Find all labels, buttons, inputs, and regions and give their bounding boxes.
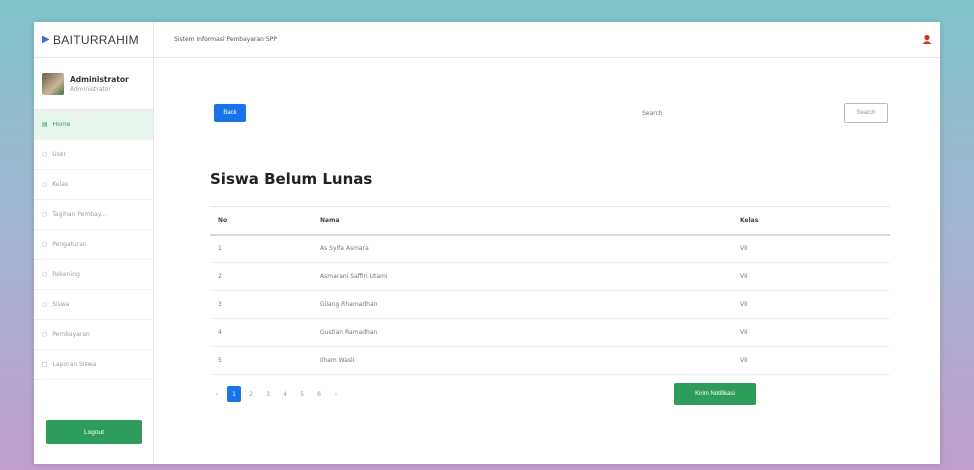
sidebar-item-label: Pengaturan [52, 241, 87, 248]
sidebar-item-laporan[interactable]: □ Laporan Siswa [34, 350, 153, 380]
page-link-6[interactable]: 6 [312, 386, 326, 402]
cell-nama: Gustian Ramadhan [320, 318, 740, 347]
cell-kelas: VII [740, 262, 890, 291]
cell-nama: As Syifa Asmara [320, 234, 740, 263]
sidebar-item-siswa[interactable]: ○ Siswa [34, 290, 153, 320]
cell-kelas: VII [740, 346, 890, 375]
sidebar-item-home[interactable]: ▤ Home [34, 110, 153, 140]
sidebar-item-pengaturan[interactable]: ○ Pengaturan [34, 230, 153, 260]
sidebar-item-label: Siswa [52, 301, 70, 308]
column-header-no[interactable]: No [210, 206, 320, 236]
cell-kelas: VII [740, 234, 890, 263]
page-link-1[interactable]: 1 [227, 386, 241, 402]
user-panel: Administrator Administrator [34, 58, 153, 110]
cell-kelas: VII [740, 290, 890, 319]
brand-name: BAITURRAHIM [53, 32, 139, 47]
sidebar-item-label: Pembayaran [52, 331, 90, 338]
cell-nama: Ilham Wasli [320, 346, 740, 375]
user-menu-icon[interactable] [922, 34, 932, 44]
sidebar-item-label: User [52, 151, 66, 158]
sidebar-item-user[interactable]: ○ User [34, 140, 153, 170]
payment-icon: ○ [42, 331, 48, 338]
search-button[interactable]: Search [844, 103, 888, 123]
table-row: 2 Asmarani Saffiri Utami VII [210, 262, 890, 291]
sidebar-item-label: Rekening [52, 271, 80, 278]
app-title: Sistem Informasi Pembayaran SPP [174, 36, 277, 43]
sidebar-item-rekening[interactable]: ○ Rekening [34, 260, 153, 290]
brand-logo[interactable]: ▶ BAITURRAHIM [34, 22, 153, 58]
page-next-button[interactable]: › [329, 386, 343, 402]
cell-kelas: VII [740, 318, 890, 347]
settings-icon: ○ [42, 241, 48, 248]
send-notification-button[interactable]: Kirim Notifikasi [674, 383, 756, 405]
column-header-kelas[interactable]: Kelas [740, 206, 890, 236]
page-link-4[interactable]: 4 [278, 386, 292, 402]
cell-no: 4 [210, 318, 320, 347]
cell-no: 3 [210, 290, 320, 319]
home-icon: ▤ [42, 121, 48, 128]
avatar [42, 72, 64, 95]
pagination: ‹ 1 2 3 4 5 6 › [210, 386, 346, 402]
page-link-3[interactable]: 3 [261, 386, 275, 402]
sidebar-item-label: Home [52, 121, 71, 128]
sidebar-item-label: Kelas [52, 181, 69, 188]
play-icon: ▶ [42, 34, 50, 45]
sidebar-item-tagihan[interactable]: ○ Tagihan Pembay... [34, 200, 153, 230]
cell-no: 2 [210, 262, 320, 291]
table-row: 1 As Syifa Asmara VII [210, 234, 890, 263]
main-content: Back Search Siswa Belum Lunas No Nama Ke… [154, 58, 940, 464]
class-icon: ○ [42, 181, 48, 188]
user-icon: ○ [42, 151, 48, 158]
user-role: Administrator [70, 85, 111, 93]
page-link-5[interactable]: 5 [295, 386, 309, 402]
table-row: 3 Gilang Rhamadhan VII [210, 290, 890, 319]
topbar: Sistem Informasi Pembayaran SPP [154, 22, 940, 58]
cell-nama: Gilang Rhamadhan [320, 290, 740, 319]
column-header-nama[interactable]: Nama [320, 206, 740, 236]
cell-no: 1 [210, 234, 320, 263]
back-button[interactable]: Back [214, 104, 246, 122]
table-header-row: No Nama Kelas [210, 206, 890, 236]
student-icon: ○ [42, 301, 48, 308]
sidebar-item-label: Laporan Siswa [52, 361, 97, 368]
user-name: Administrator [70, 74, 129, 84]
sidebar-item-pembayaran[interactable]: ○ Pembayaran [34, 320, 153, 350]
page-link-2[interactable]: 2 [244, 386, 258, 402]
page-prev-button[interactable]: ‹ [210, 386, 224, 402]
cell-no: 5 [210, 346, 320, 375]
search-input[interactable] [632, 104, 832, 122]
cell-nama: Asmarani Saffiri Utami [320, 262, 740, 291]
app-window: ▶ BAITURRAHIM Administrator Administrato… [34, 22, 940, 464]
students-table: No Nama Kelas 1 As Syifa Asmara VII 2 As… [210, 206, 890, 375]
table-row: 5 Ilham Wasli VII [210, 346, 890, 375]
table-row: 4 Gustian Ramadhan VII [210, 318, 890, 347]
sidebar-item-kelas[interactable]: ○ Kelas [34, 170, 153, 200]
report-icon: □ [42, 361, 48, 368]
page-title: Siswa Belum Lunas [210, 170, 373, 188]
sidebar: ▶ BAITURRAHIM Administrator Administrato… [34, 22, 154, 464]
logout-button[interactable]: Logout [46, 420, 142, 444]
sidebar-item-label: Tagihan Pembay... [52, 211, 107, 218]
bill-icon: ○ [42, 211, 48, 218]
account-icon: ○ [42, 271, 48, 278]
